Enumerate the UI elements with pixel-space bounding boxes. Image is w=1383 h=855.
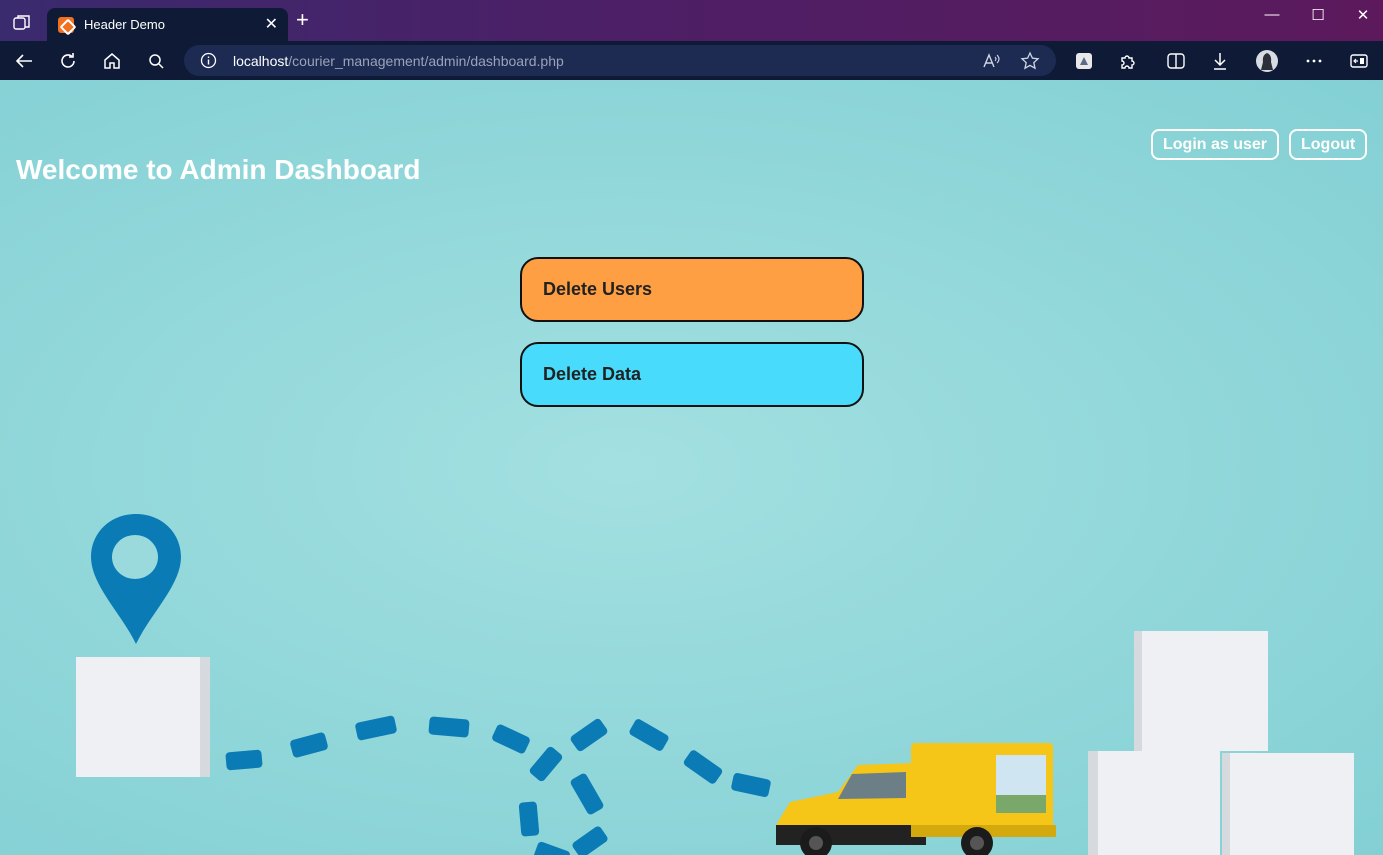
login-as-user-button[interactable]: Login as user [1151,129,1280,160]
search-icon[interactable] [145,50,167,72]
tab-actions-icon[interactable] [12,13,32,33]
puzzle-icon[interactable] [1117,50,1139,72]
logout-button[interactable]: Logout [1289,129,1368,160]
back-icon[interactable] [13,50,35,72]
refresh-icon[interactable] [57,50,79,72]
address-host: localhost [233,53,289,69]
page-title: Welcome to Admin Dashboard [16,154,421,185]
right-cubes [1088,631,1354,855]
address-path: /courier_management/admin/dashboard.php [288,53,564,69]
extension-icon[interactable] [1073,50,1095,72]
address-url[interactable]: localhost/courier_management/admin/dashb… [233,53,564,69]
close-window-button[interactable]: ✕ [1348,6,1378,24]
dashed-route [225,715,771,855]
dashboard-page: Welcome to Admin Dashboard Login as user… [0,80,1383,855]
favorite-star-icon[interactable] [1020,51,1040,71]
delivery-van [776,743,1056,855]
maximize-button[interactable]: ☐ [1303,6,1333,24]
info-icon[interactable] [200,52,217,69]
delete-data-button[interactable]: Delete Data [520,342,864,407]
browser-tab[interactable]: Header Demo ✕ [47,8,288,41]
address-bar[interactable]: localhost/courier_management/admin/dashb… [184,45,1056,76]
tab-close-icon[interactable]: ✕ [265,14,278,34]
download-icon[interactable] [1209,50,1231,72]
sidebar-icon[interactable] [1348,50,1370,72]
browser-toolbar: localhost/courier_management/admin/dashb… [0,41,1383,80]
split-screen-icon[interactable] [1165,50,1187,72]
more-icon[interactable] [1303,50,1325,72]
map-pin-icon [91,514,181,644]
left-cube [76,657,210,777]
background-illustration [76,514,1354,855]
xampp-favicon-icon [58,17,74,33]
delete-users-button[interactable]: Delete Users [520,257,864,322]
profile-avatar[interactable] [1255,49,1279,73]
new-tab-button[interactable]: + [296,9,309,31]
minimize-button[interactable]: — [1257,6,1287,23]
home-icon[interactable] [101,50,123,72]
tab-title: Header Demo [84,17,165,32]
browser-titlebar: Header Demo ✕ + — ☐ ✕ [0,0,1383,41]
read-aloud-icon[interactable] [981,51,1001,71]
